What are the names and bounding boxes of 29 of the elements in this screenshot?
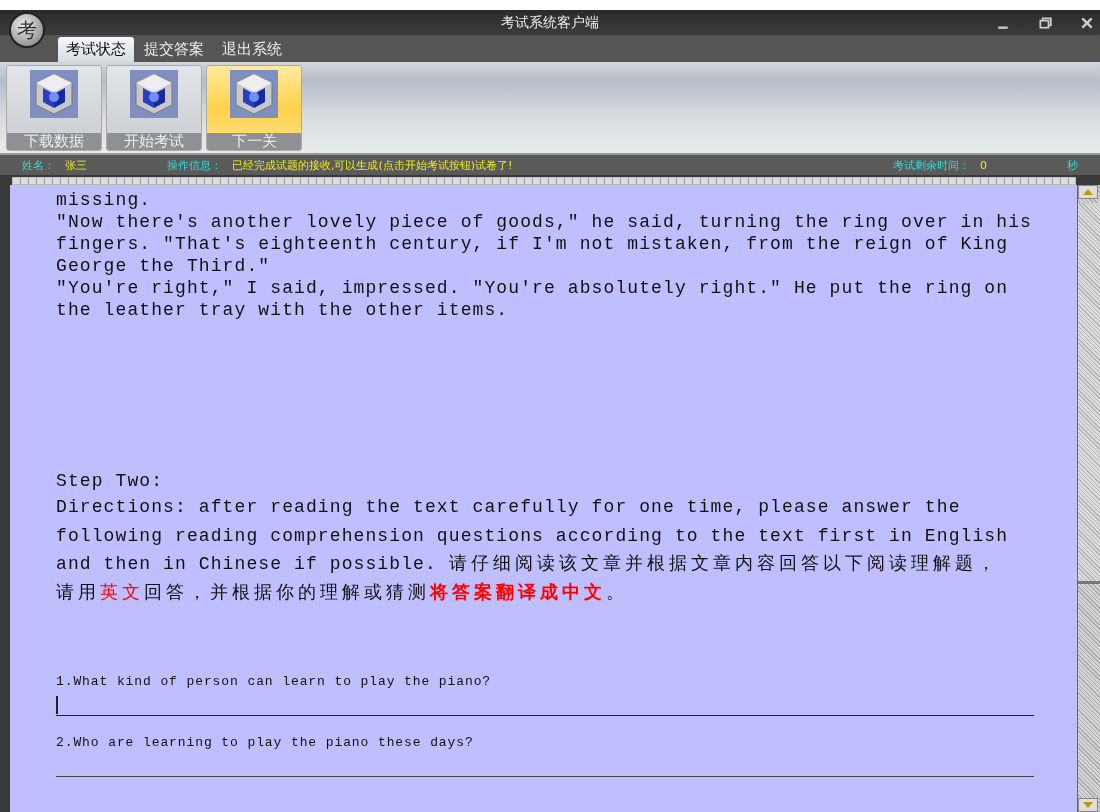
time-value: 0 — [980, 158, 987, 172]
question-text: 1.What kind of person can learn to play the piano? — [56, 673, 493, 691]
step-title: Step Two: — [56, 470, 165, 493]
window-title: 考试系统客户端 — [501, 14, 599, 32]
menu-tab[interactable]: 提交答案 — [136, 37, 212, 62]
passage-paragraph: "You're right," I said, impressed. "You're absolutely right." He put the ring on the leather tray with the other items. — [56, 277, 1010, 321]
info-message: 已经完成试题的接收,可以生成(点击开始考试按钮)试卷了! — [232, 157, 513, 173]
time-label: 考试剩余时间： — [893, 157, 970, 173]
menu-tab[interactable]: 考试状态 — [58, 37, 134, 62]
directions-text: Directions: after reading the text carefully for one time, please answer the following reading comprehension questions according to the text first in English and then in Chinese if possible. 请仔细阅读该文章并根据文章内容回答以下阅读理解题，请用 英文 回答，并根据你的理解或猜测 将答案翻译成中文。 — [56, 496, 1010, 605]
passage-paragraph: missing. — [56, 189, 153, 211]
close-icon[interactable] — [1080, 15, 1094, 30]
down-arrow-icon — [1083, 802, 1093, 808]
time-unit: 秒 — [1067, 157, 1078, 173]
cube-icon — [30, 70, 78, 118]
cube-icon — [230, 70, 278, 118]
scrollbar[interactable] — [1077, 185, 1100, 812]
info-label: 操作信息： — [167, 157, 222, 173]
scroll-down-button[interactable] — [1078, 798, 1098, 812]
app-logo[interactable]: 考 — [9, 12, 45, 48]
up-arrow-icon — [1083, 189, 1093, 195]
menu-tab[interactable]: 退出系统 — [214, 37, 290, 62]
question-text: 2.Who are learning to play the piano these days? — [56, 734, 475, 752]
restore-icon[interactable] — [1038, 15, 1052, 30]
cube-icon — [130, 70, 178, 118]
passage-paragraph: "Now there's another lovely piece of goods," he said, turning the ring over in his fingers. "That's eighteenth century, if I'm not mistaken, from the reign of King George the Third." — [56, 211, 1033, 277]
scroll-up-button[interactable] — [1078, 185, 1098, 199]
student-name: 张三 — [65, 157, 87, 173]
name-label: 姓名： — [22, 157, 55, 173]
